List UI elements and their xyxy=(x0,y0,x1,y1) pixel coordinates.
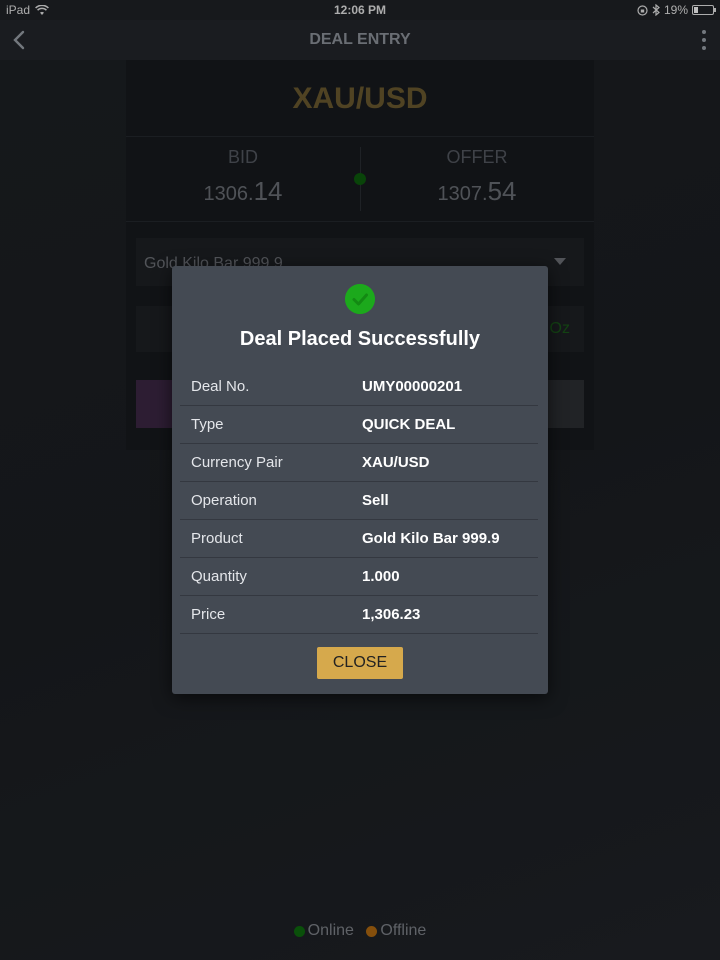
detail-value: QUICK DEAL xyxy=(362,416,456,433)
detail-row-currency-pair: Currency Pair XAU/USD xyxy=(180,444,538,482)
detail-label: Quantity xyxy=(191,568,247,585)
detail-value: XAU/USD xyxy=(362,454,430,471)
detail-label: Deal No. xyxy=(191,378,250,395)
detail-label: Product xyxy=(191,530,243,547)
detail-value: 1,306.23 xyxy=(362,606,421,623)
detail-label: Currency Pair xyxy=(191,454,283,471)
deal-details-list: Deal No. UMY00000201 Type QUICK DEAL Cur… xyxy=(180,368,538,634)
detail-row-operation: Operation Sell xyxy=(180,482,538,520)
deal-success-dialog: Deal Placed Successfully Deal No. UMY000… xyxy=(172,266,548,694)
detail-row-price: Price 1,306.23 xyxy=(180,596,538,634)
detail-value: Sell xyxy=(362,492,389,509)
detail-value: Gold Kilo Bar 999.9 xyxy=(362,530,500,547)
detail-label: Type xyxy=(191,416,224,433)
dialog-title: Deal Placed Successfully xyxy=(239,328,481,350)
detail-label: Operation xyxy=(191,492,257,509)
detail-value: UMY00000201 xyxy=(362,378,463,395)
detail-value: 1.000 xyxy=(362,568,400,585)
detail-row-deal-no: Deal No. UMY00000201 xyxy=(180,368,538,406)
close-button[interactable]: CLOSE xyxy=(317,647,403,679)
check-circle-icon xyxy=(345,284,375,314)
detail-row-type: Type QUICK DEAL xyxy=(180,406,538,444)
detail-row-quantity: Quantity 1.000 xyxy=(180,558,538,596)
detail-row-product: Product Gold Kilo Bar 999.9 xyxy=(180,520,538,558)
detail-label: Price xyxy=(191,606,226,623)
